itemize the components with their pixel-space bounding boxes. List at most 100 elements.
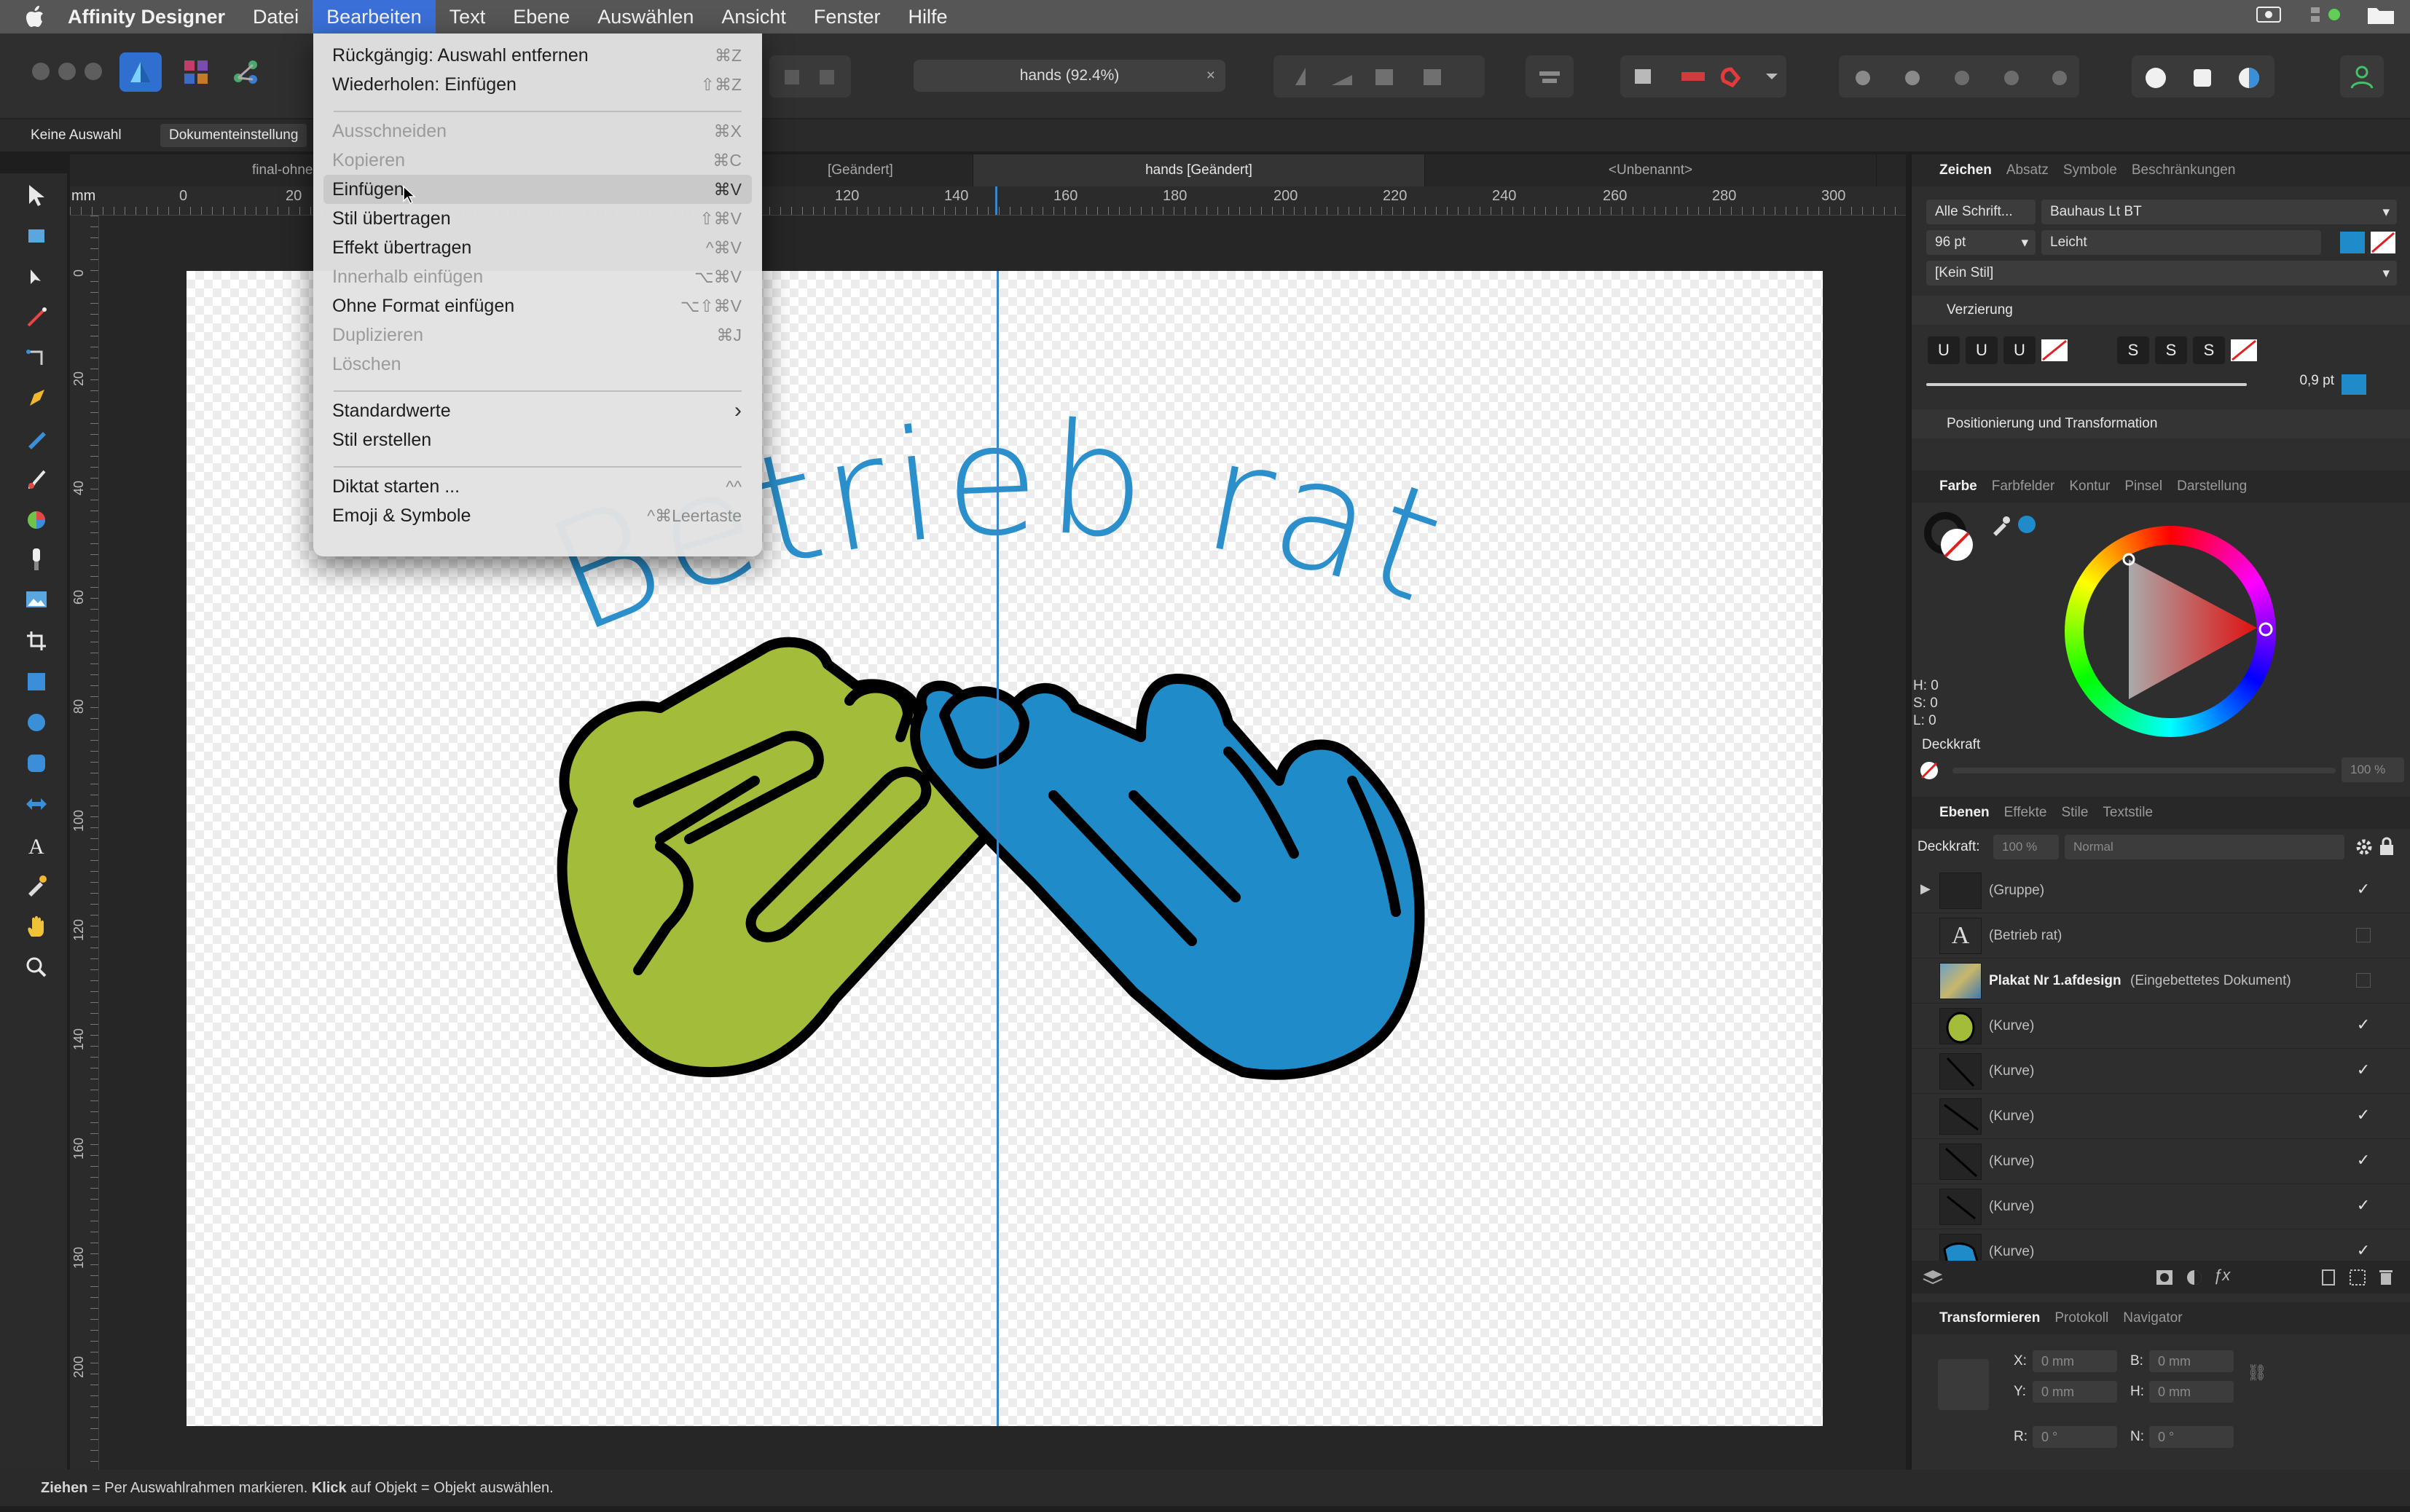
menu-item-redo[interactable]: Wiederholen: Einfügen ⇧⌘Z xyxy=(323,70,752,99)
tab-protokoll[interactable]: Protokoll xyxy=(2054,1310,2108,1326)
pencil-tool-icon[interactable] xyxy=(22,424,51,453)
hand-tool-icon[interactable] xyxy=(22,912,51,941)
screen-record-icon[interactable] xyxy=(2256,4,2285,30)
menu-bearbeiten[interactable]: Bearbeiten xyxy=(313,0,436,34)
decoration-fill-swatch[interactable] xyxy=(2342,374,2366,395)
pen-tool-icon[interactable] xyxy=(22,383,51,412)
strikethrough-double-button[interactable]: S xyxy=(2155,336,2187,364)
stroke-width-slider[interactable] xyxy=(1926,383,2247,386)
layer-visibility-checkbox[interactable]: ✓ xyxy=(2353,1151,2374,1171)
layer-visibility-checkbox[interactable] xyxy=(2356,973,2371,988)
font-weight-select[interactable]: Leicht xyxy=(2041,230,2321,255)
tab-farbe[interactable]: Farbe xyxy=(1939,479,1977,495)
menu-item-create-style[interactable]: Stil erstellen xyxy=(323,425,752,454)
menu-datei[interactable]: Datei xyxy=(239,0,313,34)
layer-row[interactable]: (Kurve) ✓ xyxy=(1912,1004,2410,1049)
tab-stile[interactable]: Stile xyxy=(2061,805,2088,821)
boolean-operations[interactable] xyxy=(1839,55,2079,98)
layer-row[interactable]: (Kurve) ✓ xyxy=(1912,1229,2410,1261)
layer-row[interactable]: ▶ (Gruppe) ✓ xyxy=(1912,868,2410,913)
snapping-buttons[interactable] xyxy=(1620,55,1786,98)
tab-effekte[interactable]: Effekte xyxy=(2004,805,2047,821)
move-tool-icon[interactable] xyxy=(22,181,51,210)
height-field[interactable]: 0 mm xyxy=(2149,1381,2234,1403)
minimize-window-button[interactable] xyxy=(58,63,76,80)
layer-row[interactable]: (Kurve) ✓ xyxy=(1912,1139,2410,1184)
underline-color-swatch[interactable] xyxy=(2041,339,2068,361)
add-layer-icon[interactable] xyxy=(2320,1269,2337,1291)
adjustment-icon[interactable] xyxy=(2186,1269,2203,1291)
corner-tool-icon[interactable] xyxy=(22,303,51,332)
underline-custom-button[interactable]: U xyxy=(2003,336,2036,364)
eyedropper-icon[interactable] xyxy=(1990,514,2012,536)
layer-row[interactable]: A (Betrieb rat) xyxy=(1912,913,2410,958)
user-account-icon[interactable] xyxy=(2340,55,2384,98)
tab-symbole[interactable]: Symbole xyxy=(2063,162,2117,178)
menu-item-emoji[interactable]: Emoji & Symbole ^⌘Leertaste xyxy=(323,501,752,530)
underline-button[interactable]: U xyxy=(1928,336,1960,364)
tab-zeichen[interactable]: Zeichen xyxy=(1939,162,1992,178)
tab-pinsel[interactable]: Pinsel xyxy=(2124,479,2162,495)
zoom-window-button[interactable] xyxy=(85,63,102,80)
text-fill-swatch[interactable] xyxy=(2340,232,2365,253)
character-style-select[interactable]: [Kein Stil] ▾ xyxy=(1926,261,2397,286)
anchor-point-selector[interactable] xyxy=(1938,1359,1989,1410)
layer-visibility-checkbox[interactable]: ✓ xyxy=(2353,880,2374,900)
decoration-heading[interactable]: Verzierung xyxy=(1912,296,2410,325)
ellipse-tool-icon[interactable] xyxy=(22,708,51,737)
text-tool-icon[interactable]: A xyxy=(22,830,51,859)
current-color-dot[interactable] xyxy=(2018,516,2036,533)
crop-tool-icon[interactable] xyxy=(22,626,51,655)
strikethrough-color-swatch[interactable] xyxy=(2231,339,2257,361)
layer-visibility-checkbox[interactable]: ✓ xyxy=(2353,1241,2374,1261)
vertical-guide[interactable] xyxy=(997,271,999,1426)
mask-icon[interactable] xyxy=(2155,1269,2174,1291)
artboard-tool-icon[interactable] xyxy=(22,221,51,251)
strikethrough-button[interactable]: S xyxy=(2117,336,2149,364)
rectangle-tool-icon[interactable] xyxy=(22,667,51,696)
opacity-slider[interactable] xyxy=(1952,768,2336,773)
menu-item-paste-style[interactable]: Stil übertragen ⇧⌘V xyxy=(323,204,752,233)
arrange-buttons[interactable] xyxy=(769,55,851,98)
tab-absatz[interactable]: Absatz xyxy=(2006,162,2049,178)
document-title[interactable]: hands (92.4%) × xyxy=(914,60,1225,92)
font-collection-select[interactable]: Alle Schrift... xyxy=(1926,200,2036,224)
designer-persona-icon[interactable] xyxy=(119,52,162,92)
x-field[interactable]: 0 mm xyxy=(2033,1350,2117,1372)
apple-icon[interactable] xyxy=(16,0,54,34)
menu-ansicht[interactable]: Ansicht xyxy=(707,0,800,34)
pixel-persona-icon[interactable] xyxy=(175,52,217,92)
tab-beschraenkungen[interactable]: Beschränkungen xyxy=(2132,162,2236,178)
zoom-tool-icon[interactable] xyxy=(22,953,51,982)
layer-visibility-checkbox[interactable]: ✓ xyxy=(2353,1060,2374,1081)
strikethrough-custom-button[interactable]: S xyxy=(2193,336,2225,364)
layer-row[interactable]: Plakat Nr 1.afdesign (Eingebettetes Doku… xyxy=(1912,958,2410,1004)
view-mode-buttons[interactable] xyxy=(2132,55,2274,98)
tab-navigator[interactable]: Navigator xyxy=(2123,1310,2182,1326)
app-menu[interactable]: Affinity Designer xyxy=(54,0,239,34)
blue-hand[interactable] xyxy=(910,674,1425,1080)
menu-ebene[interactable]: Ebene xyxy=(499,0,584,34)
layer-visibility-checkbox[interactable] xyxy=(2356,928,2371,942)
node-tool-icon[interactable] xyxy=(22,262,51,291)
fx-icon[interactable]: ƒx xyxy=(2213,1266,2230,1285)
add-pixel-layer-icon[interactable] xyxy=(2349,1269,2366,1291)
layer-visibility-checkbox[interactable]: ✓ xyxy=(2353,1106,2374,1126)
layer-opacity-field[interactable]: 100 % xyxy=(1993,835,2059,859)
menu-item-paste-effect[interactable]: Effekt übertragen ^⌘V xyxy=(323,233,752,262)
doc-tab-final[interactable]: final-ohne xyxy=(70,154,318,186)
y-field[interactable]: 0 mm xyxy=(2033,1381,2117,1403)
font-family-select[interactable]: Bauhaus Lt BT ▾ xyxy=(2041,200,2397,224)
fill-stroke-selector[interactable] xyxy=(1923,511,1982,570)
opacity-none-icon[interactable] xyxy=(1920,762,1938,779)
shape-arrow-tool-icon[interactable] xyxy=(22,790,51,819)
doc-tab-unnamed[interactable]: <Unbenannt> xyxy=(1425,154,1877,186)
document-settings-button[interactable]: Dokumenteinstellung xyxy=(160,124,307,147)
tab-ebenen[interactable]: Ebenen xyxy=(1939,805,1990,821)
close-window-button[interactable] xyxy=(32,63,50,80)
export-persona-icon[interactable] xyxy=(224,52,267,92)
color-picker-tool-icon[interactable] xyxy=(22,871,51,900)
opacity-value[interactable]: 100 % xyxy=(2342,757,2404,782)
color-wheel[interactable] xyxy=(2065,526,2276,737)
flip-rotate-buttons[interactable] xyxy=(1273,55,1485,98)
